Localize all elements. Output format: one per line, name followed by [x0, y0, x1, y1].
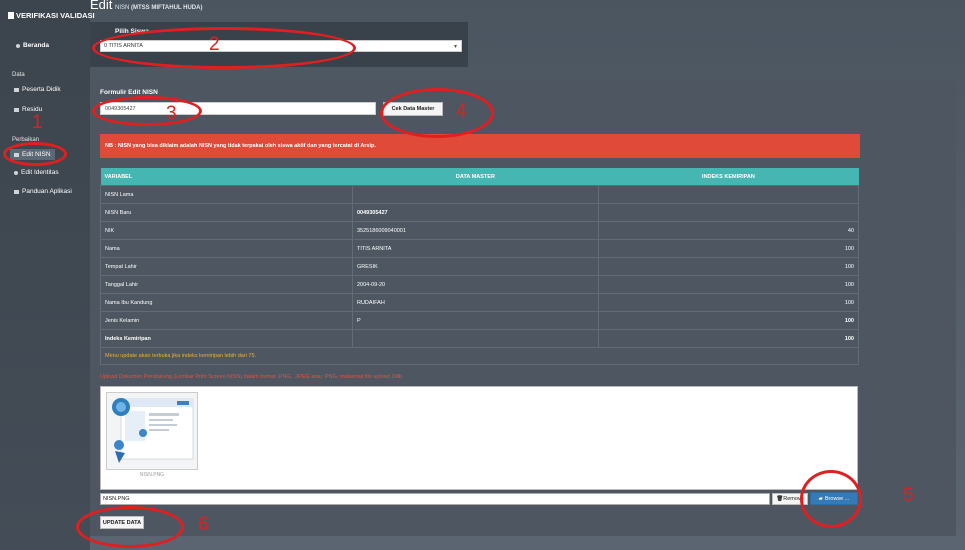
- table-note: Menu update akan terbuka jika indeks kem…: [100, 347, 859, 365]
- table-note-row: Menu update akan terbuka jika indeks kem…: [100, 347, 859, 365]
- school-name: (MTSS MIFTAHUL HUDA): [131, 5, 203, 11]
- column-header-data-master: DATA MASTER: [352, 168, 599, 186]
- cell-index: [597, 185, 860, 204]
- annotation-number-6: 6: [198, 514, 209, 535]
- gear-icon: [14, 170, 18, 175]
- annotation-ellipse-6: [76, 506, 184, 548]
- sidebar-item-peserta-didik[interactable]: Peserta Didik: [14, 86, 61, 93]
- annotation-ellipse-2: [92, 27, 356, 69]
- cell-index: 40: [597, 221, 860, 240]
- sidebar: [0, 0, 90, 550]
- sidebar-item-edit-identitas[interactable]: Edit Identitas: [14, 169, 59, 176]
- cell-index: 100: [597, 311, 860, 330]
- cell-index: 100: [597, 239, 860, 258]
- sidebar-item-label: Beranda: [23, 42, 50, 49]
- table-row: NISN Baru 0049305427: [100, 203, 860, 222]
- sidebar-item-label: Panduan Aplikasi: [22, 188, 72, 195]
- table-row-total: Indeks Kemiripan 100: [100, 329, 860, 348]
- cell-master: TITIS ARNITA: [351, 239, 599, 258]
- annotation-number-4: 4: [456, 101, 467, 122]
- table-row: Nama TITIS ARNITA 100: [100, 239, 860, 258]
- cell-variable: Nama Ibu Kandung: [100, 293, 353, 312]
- column-header-indeks: INDEKS KEMIRIPAN: [598, 168, 859, 186]
- cell-master: RUDAIFAH: [351, 293, 599, 312]
- sidebar-item-panduan[interactable]: Panduan Aplikasi: [14, 188, 72, 195]
- list-icon: [14, 87, 19, 92]
- file-name-value: NISN.PNG: [103, 496, 130, 502]
- sidebar-item-label: Peserta Didik: [22, 86, 61, 93]
- cell-variable: NIK: [100, 221, 353, 240]
- table-header-row: VARIABEL DATA MASTER INDEKS KEMIRIPAN: [100, 168, 859, 186]
- cell-master: 3525186009040001: [351, 221, 599, 240]
- table-row: Jenis Kelamin P 100: [100, 311, 860, 330]
- brand-text: VERIFIKASI VALIDASI: [16, 11, 95, 20]
- cell-master: 2004-09-20: [351, 275, 599, 294]
- table-row: Nama Ibu Kandung RUDAIFAH 100: [100, 293, 860, 312]
- file-name-field[interactable]: NISN.PNG: [100, 493, 770, 505]
- cell-master: 0049305427: [351, 203, 599, 222]
- thumbnail-image: [112, 398, 194, 463]
- file-preview-area: [100, 386, 858, 490]
- table-row: Tempat Lahir GRESIK 100: [100, 257, 860, 276]
- annotation-number-1: 1: [32, 112, 43, 133]
- cell-master: P: [351, 311, 599, 330]
- annotation-ellipse-5: [800, 470, 862, 528]
- annotation-number-5: 5: [903, 485, 914, 506]
- book-icon: [14, 189, 19, 194]
- cell-index: [597, 203, 860, 222]
- document-icon: [8, 12, 14, 19]
- cell-variable: Tanggal Lahir: [100, 275, 353, 294]
- cell-master: [351, 185, 599, 204]
- annotation-ellipse-4: [380, 88, 494, 138]
- table-row: NISN Lama: [100, 185, 860, 204]
- thumbnail-caption: NISN.PNG: [139, 472, 165, 478]
- table-row: Tanggal Lahir 2004-09-20 100: [100, 275, 860, 294]
- cell-index: 100: [597, 329, 860, 348]
- page-title: Edit: [90, 0, 113, 12]
- cell-variable: NISN Baru: [100, 203, 353, 222]
- subtitle-prefix: NISN: [115, 5, 130, 11]
- list-icon: [14, 107, 19, 112]
- sidebar-item-label: Edit Identitas: [21, 169, 59, 176]
- cell-index: 100: [597, 275, 860, 294]
- home-icon: [16, 43, 20, 48]
- trash-icon: 🗑: [776, 496, 784, 502]
- cell-variable: NISN Lama: [100, 185, 353, 204]
- upload-note: Upload Dokumen Pendukung (Lembar Print S…: [100, 374, 403, 380]
- cell-master: [351, 329, 599, 348]
- sidebar-section-data: Data: [12, 72, 25, 78]
- form-label: Formulir Edit NISN: [100, 89, 158, 96]
- brand[interactable]: VERIFIKASI VALIDASI: [8, 11, 95, 20]
- cell-variable: Jenis Kelamin: [100, 311, 353, 330]
- annotation-ellipse-1: [3, 142, 67, 166]
- table-row: NIK 3525186009040001 40: [100, 221, 860, 240]
- file-thumbnail[interactable]: [106, 392, 198, 470]
- column-header-variabel: VARIABEL: [100, 168, 353, 186]
- info-alert: NB : NISN yang bisa diklaim adalah NISN …: [100, 134, 860, 158]
- comparison-table: VARIABEL DATA MASTER INDEKS KEMIRIPAN NI…: [100, 168, 860, 365]
- cell-variable: Indeks Kemiripan: [100, 329, 353, 348]
- chevron-down-icon: ▾: [453, 44, 457, 50]
- sidebar-item-beranda[interactable]: Beranda: [16, 42, 49, 49]
- cell-variable: Nama: [100, 239, 353, 258]
- cell-master: GRESIK: [351, 257, 599, 276]
- annotation-number-3: 3: [166, 103, 177, 124]
- annotation-number-2: 2: [209, 34, 220, 55]
- annotation-ellipse-3: [92, 96, 202, 126]
- cell-variable: Tempat Lahir: [100, 257, 353, 276]
- cell-index: 100: [597, 257, 860, 276]
- cell-index: 100: [597, 293, 860, 312]
- page-subtitle: NISN (MTSS MIFTAHUL HUDA): [115, 5, 202, 11]
